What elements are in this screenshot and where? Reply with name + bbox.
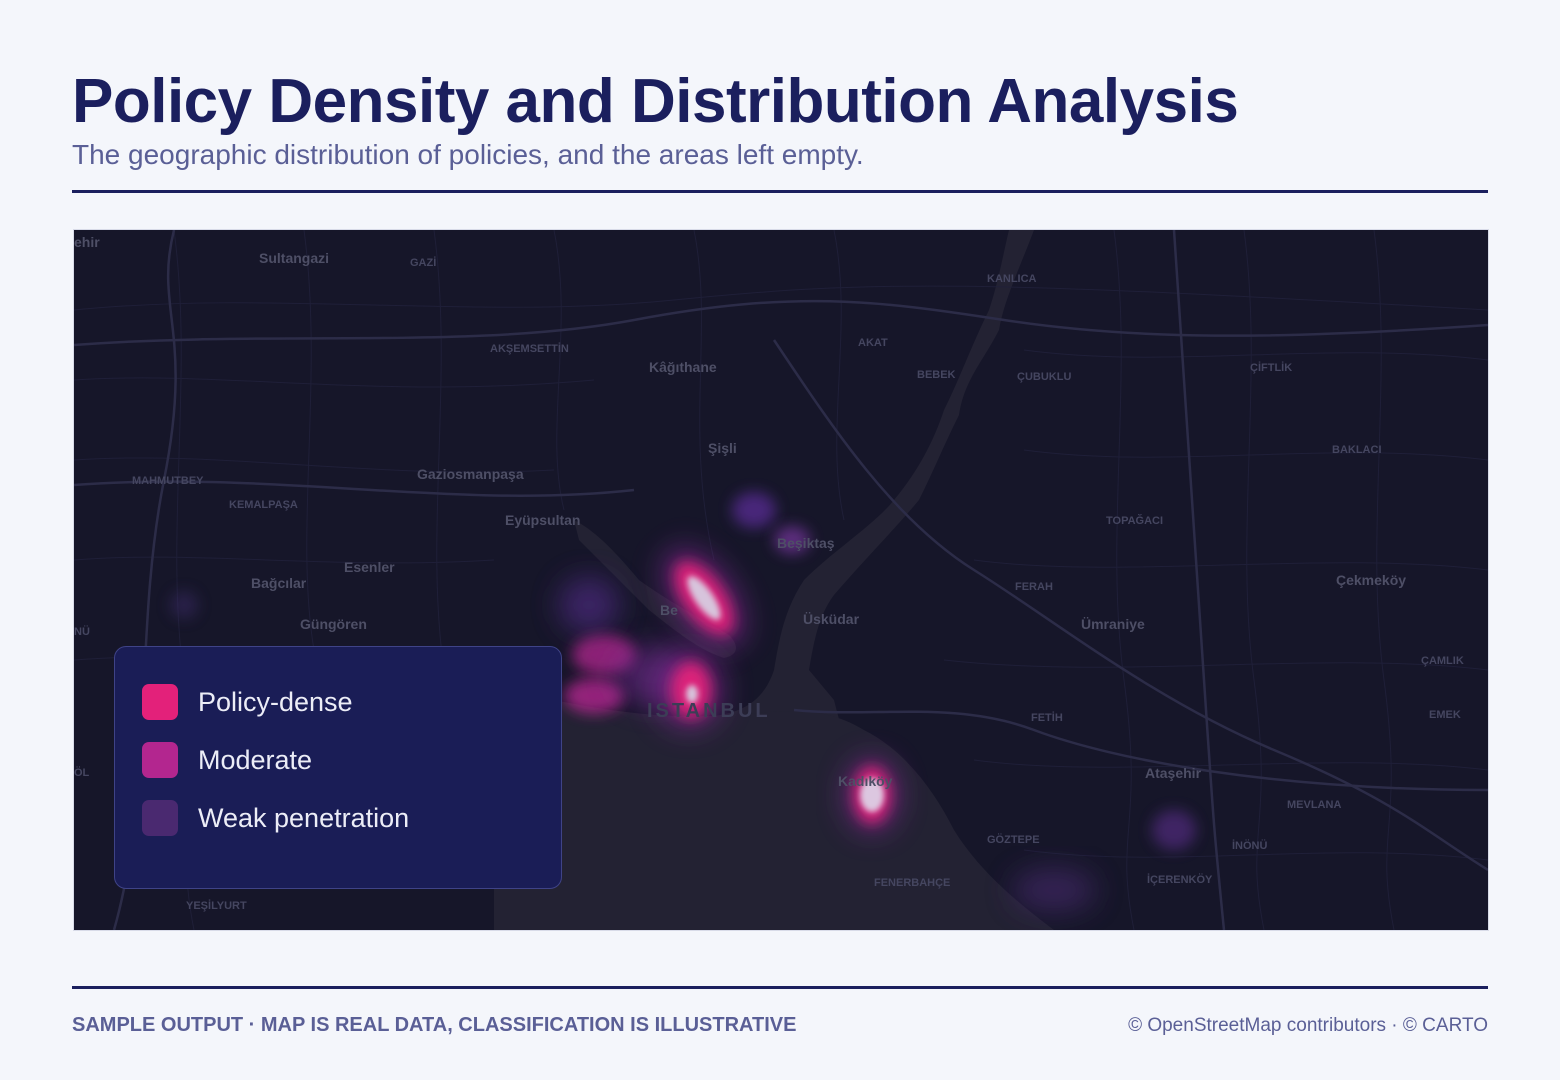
place-label: İÇERENKÖY [1147,874,1213,886]
page-subtitle: The geographic distribution of policies,… [72,139,864,170]
legend-swatch-weak-penetration [142,800,178,836]
header-divider [72,190,1488,193]
place-label: Sultangazi [259,250,330,266]
hotspot-weak [1012,868,1096,912]
place-label: ehir [74,234,100,250]
place-label: Ümraniye [1081,616,1145,632]
place-label: GAZİ [410,257,437,269]
place-label: KEMALPAŞA [229,499,298,511]
place-label: Be [660,602,678,618]
place-label: AKAT [858,337,888,349]
place-label: Gaziosmanpaşa [417,466,524,482]
footer-disclaimer: SAMPLE OUTPUT · MAP IS REAL DATA, CLASSI… [72,1014,797,1036]
place-label: MEVLANA [1287,799,1342,811]
place-label: ÇAMLIK [1421,655,1464,667]
legend-item-weak-penetration: Weak penetration [142,800,409,836]
hotspot-weak [170,591,198,619]
place-label: ÇİFTLİK [1250,362,1293,374]
map-legend: Policy-dense Moderate Weak penetration [114,646,562,889]
hotspot-dense-kadikoy [844,757,900,833]
place-label: Beşiktaş [777,535,835,551]
place-label: Kâğıthane [649,359,717,375]
footer-divider [72,986,1488,989]
place-label: ÇUBUKLU [1017,371,1072,383]
place-label: Bağcılar [251,575,307,591]
hotspot-weak [732,492,776,528]
page-title: Policy Density and Distribution Analysis [72,67,1239,136]
place-label: FETİH [1031,712,1063,724]
legend-label: Moderate [198,744,313,775]
place-label: ISTANBUL [647,700,771,722]
place-label: Ataşehir [1145,765,1202,781]
place-label: TOPAĞACI [1106,515,1164,527]
place-label: MAHMUTBEY [132,475,204,487]
hotspot-weak [1152,810,1196,850]
place-label: BEBEK [917,369,956,381]
place-label: Esenler [344,559,395,575]
place-label: EMEK [1429,709,1461,721]
legend-label: Policy-dense [198,686,353,717]
place-label: NÜ [74,626,90,638]
place-label: Üsküdar [803,611,860,627]
hotspot-weak [559,577,619,633]
place-label: BAKLACI [1332,444,1382,456]
place-label: GÖZTEPE [987,834,1040,846]
legend-swatch-policy-dense [142,684,178,720]
map-attribution: © OpenStreetMap contributors · © CARTO [1128,1015,1488,1036]
place-label: KANLICA [987,273,1037,285]
legend-item-moderate: Moderate [142,742,312,778]
legend-swatch-moderate [142,742,178,778]
place-label: FERAH [1015,581,1053,593]
place-label: Eyüpsultan [505,512,581,528]
place-label: Kadıköy [838,773,893,789]
legend-item-policy-dense: Policy-dense [142,684,353,720]
place-label: AKŞEMSETTİN [490,343,569,355]
place-label: FENERBAHÇE [874,877,951,889]
hotspot-moderate [564,678,624,714]
place-label: YEŞİLYURT [186,900,247,912]
legend-label: Weak penetration [198,802,410,833]
place-label: Güngören [300,616,367,632]
place-label: Çekmeköy [1336,572,1407,588]
map-panel[interactable]: ehir Sultangazi GAZİ AKŞEMSETTİN Kâğıtha… [73,229,1489,931]
place-label: Şişli [708,440,737,456]
place-label: ÖL [74,767,90,779]
place-label: İNÖNÜ [1232,840,1268,852]
